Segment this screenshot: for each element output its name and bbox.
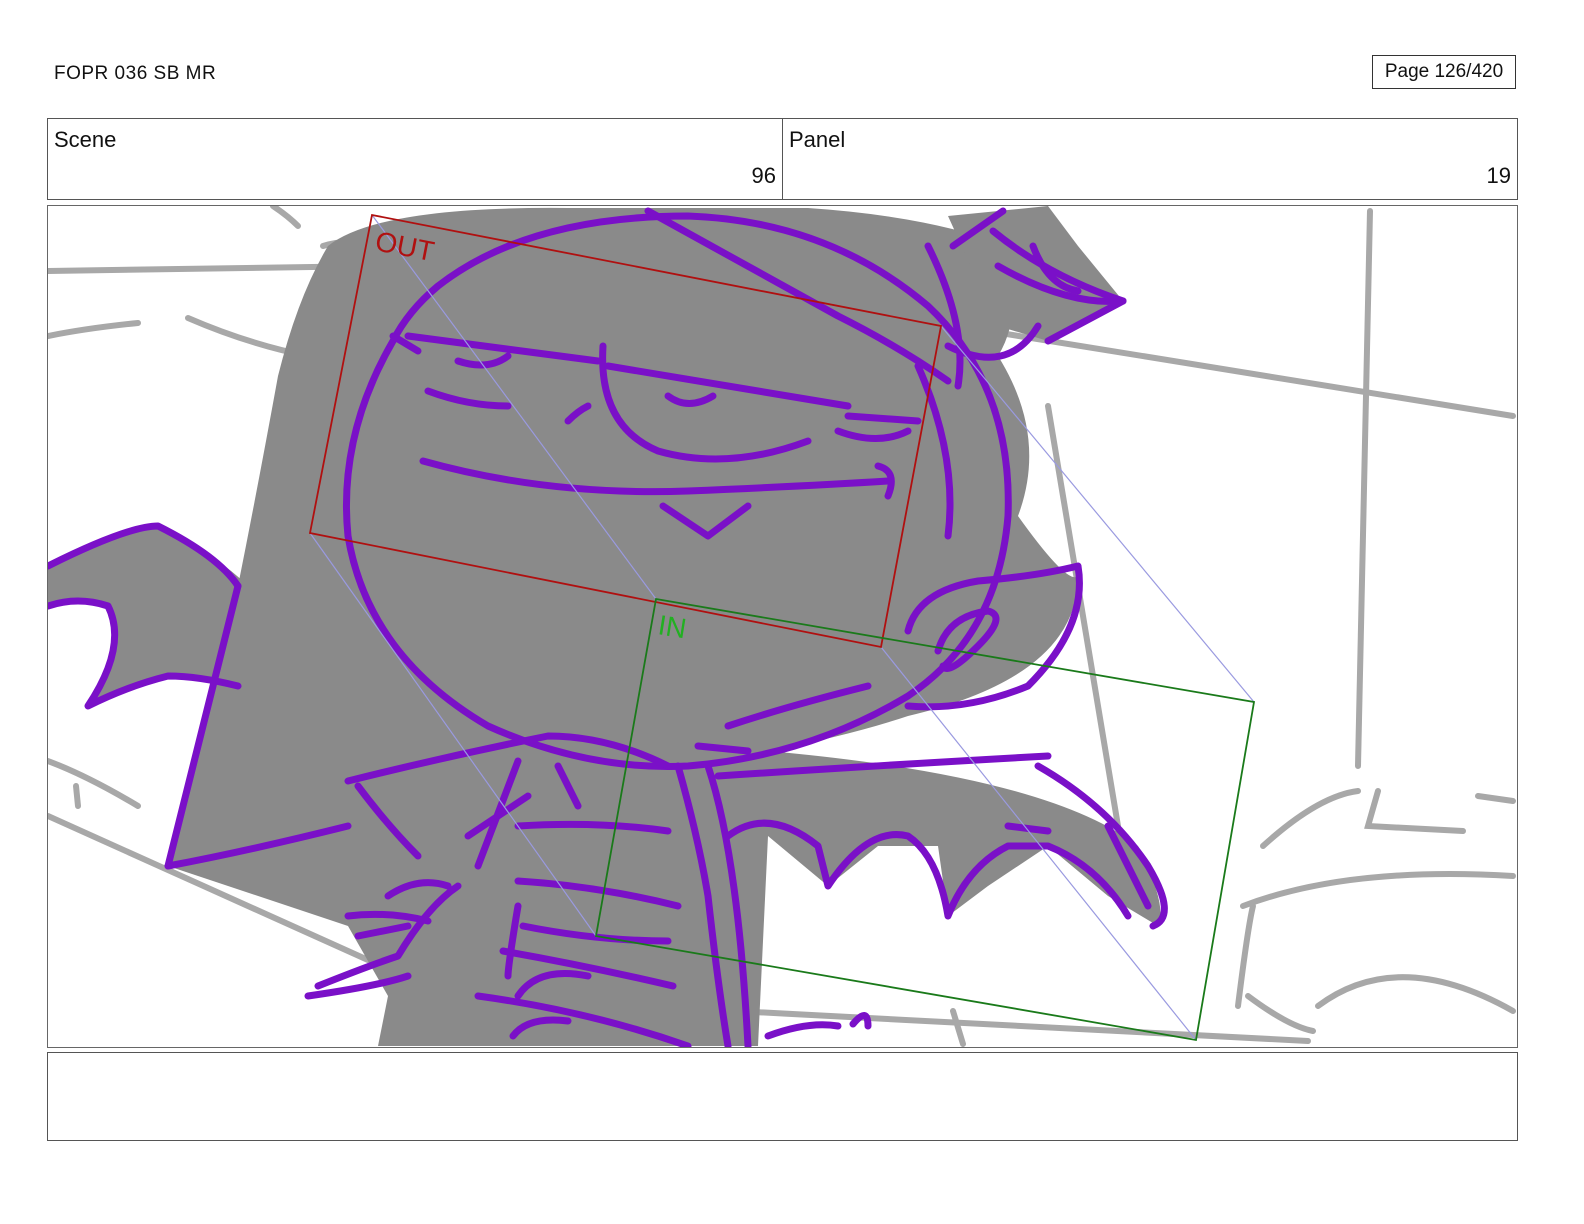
camera-in-label: IN: [656, 609, 689, 644]
scene-label: Scene: [54, 127, 117, 152]
panel-label: Panel: [789, 127, 846, 152]
storyboard-drawing: OUT IN: [48, 206, 1516, 1047]
document-title: FOPR 036 SB MR: [54, 63, 217, 84]
scene-cell: Scene 96: [48, 119, 782, 199]
scene-panel-info: Scene 96 Panel 19: [47, 118, 1518, 200]
scene-number: 96: [751, 163, 776, 188]
storyboard-panel: OUT IN: [47, 205, 1518, 1048]
panel-notes-box: [47, 1052, 1518, 1141]
page-number-badge: Page 126/420: [1372, 55, 1516, 89]
panel-cell: Panel 19: [782, 119, 1517, 199]
panel-number: 19: [1486, 163, 1511, 188]
